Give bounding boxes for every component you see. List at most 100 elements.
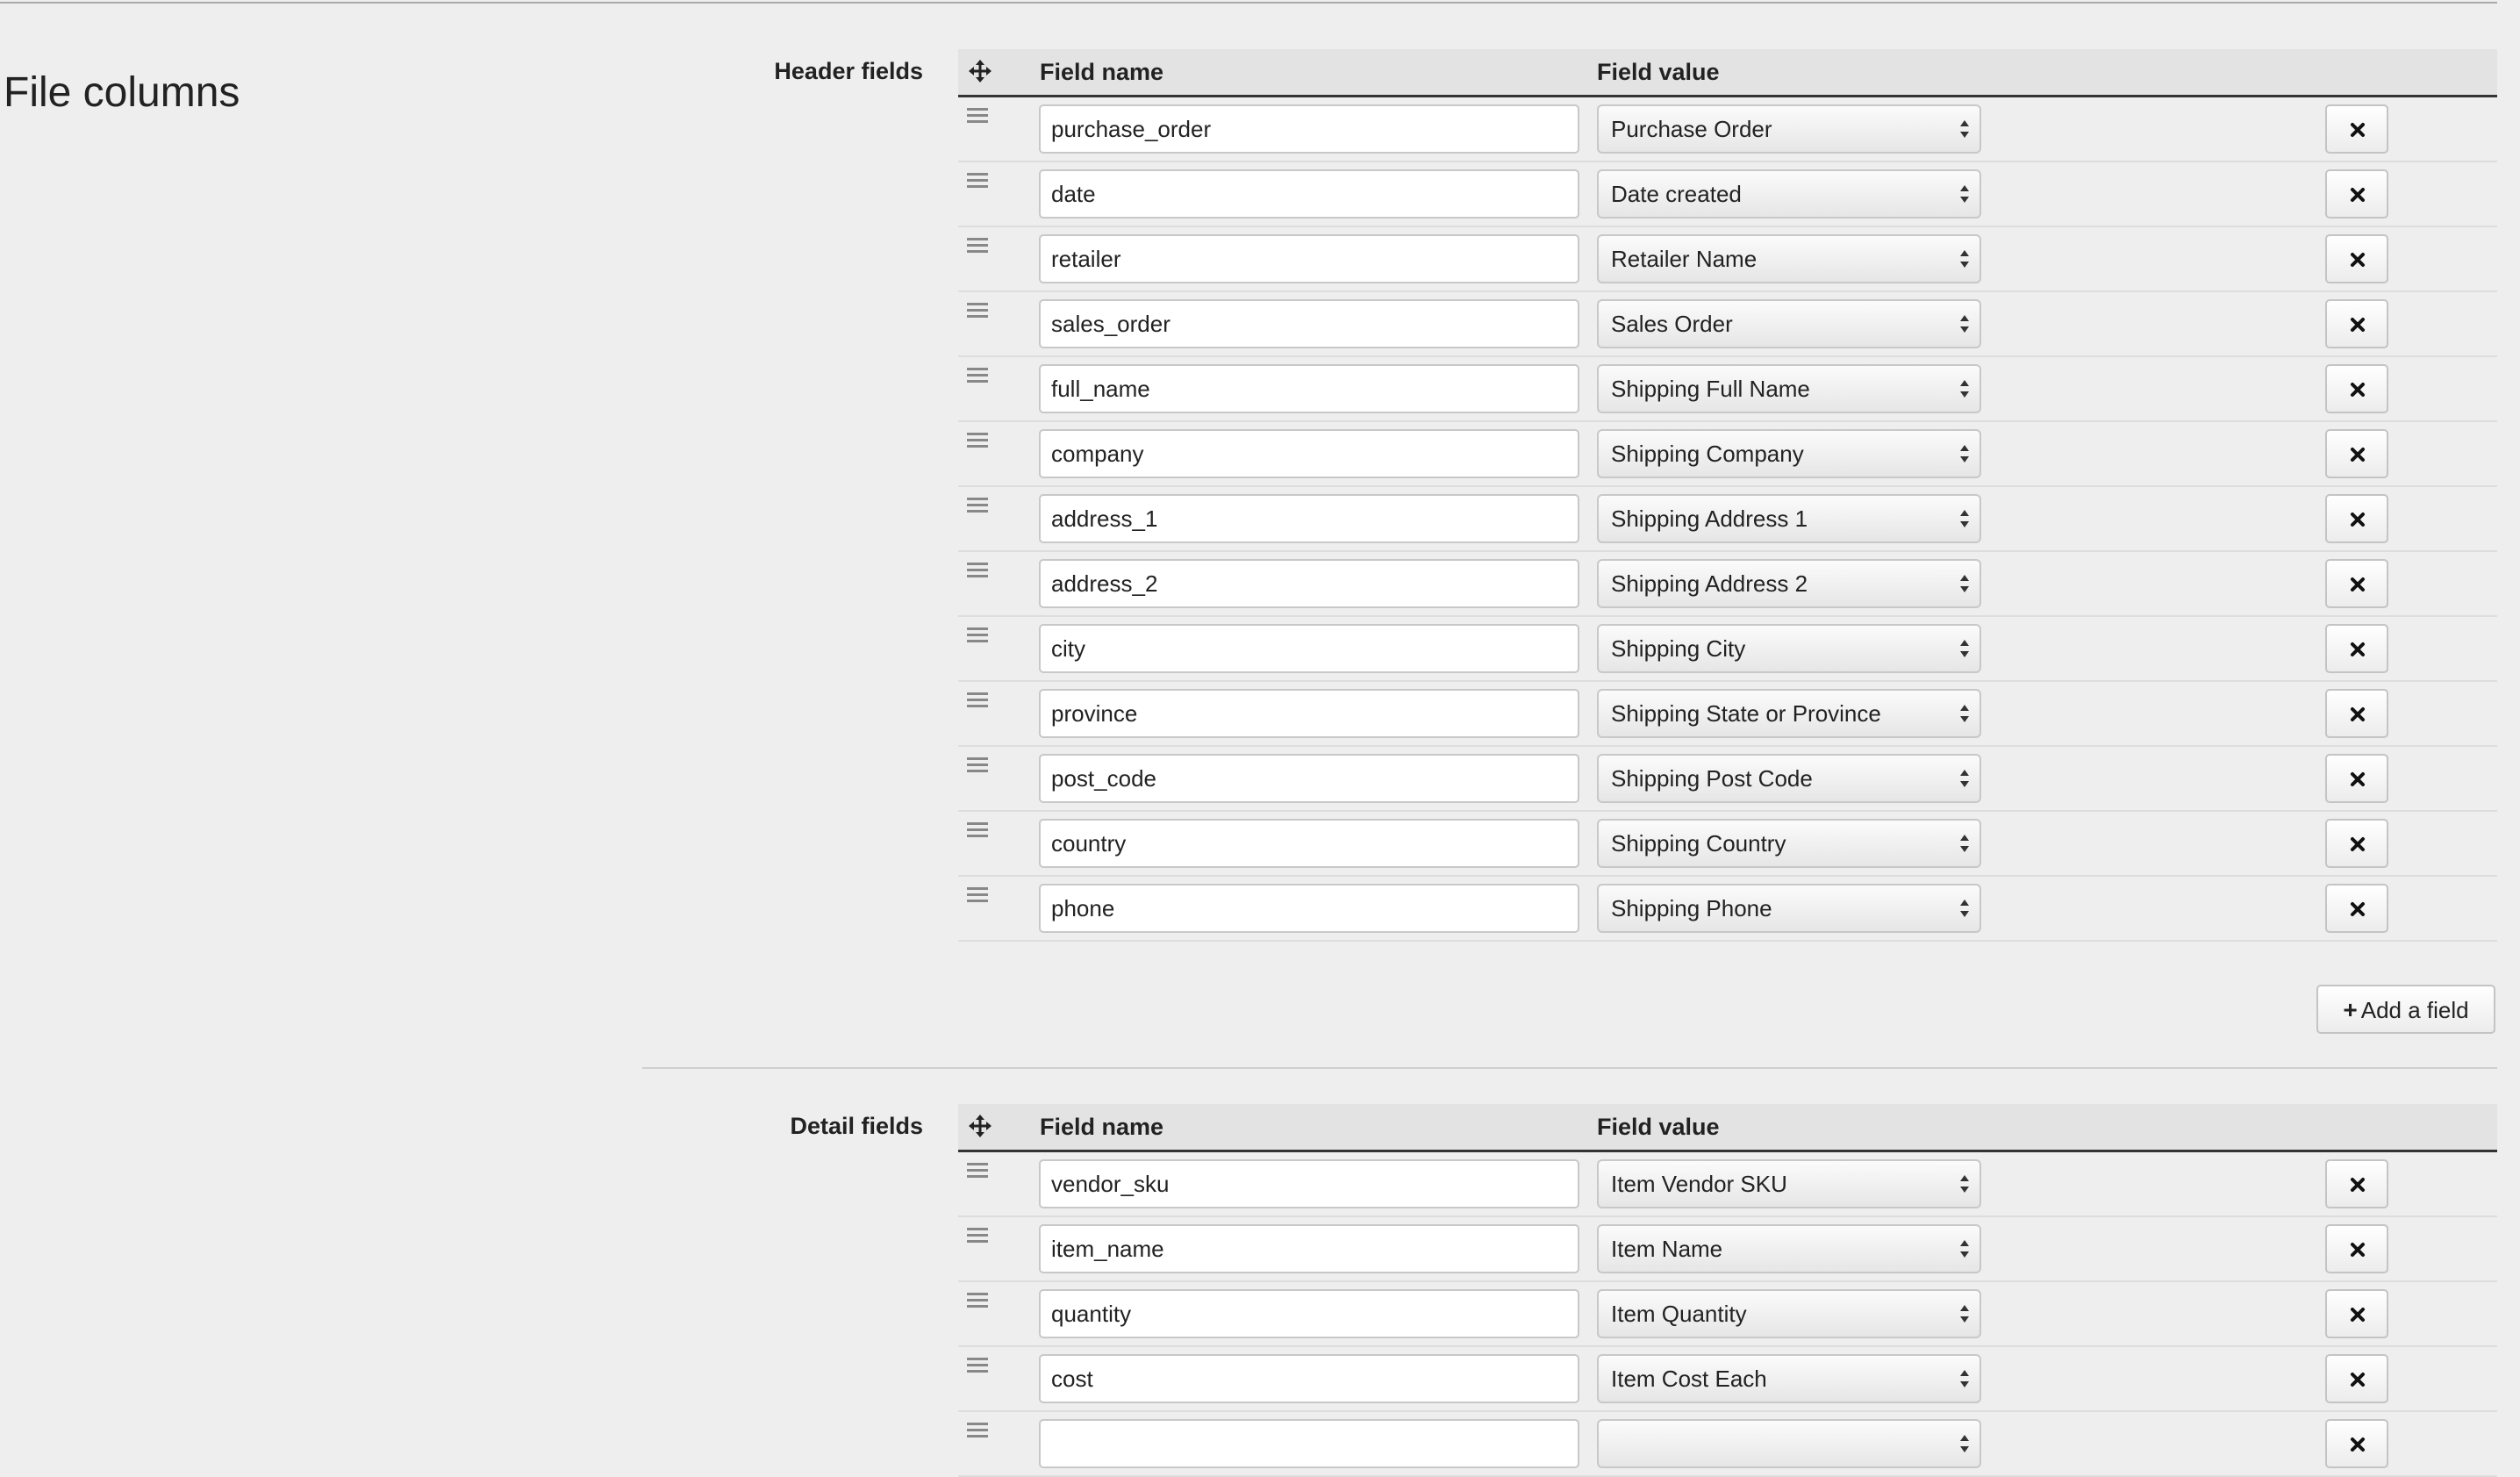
table-row: Shipping Phone bbox=[958, 877, 2497, 942]
field-value-text: Retailer Name bbox=[1611, 246, 1758, 272]
top-divider bbox=[0, 2, 2497, 4]
close-icon bbox=[2351, 253, 2365, 267]
remove-field-button[interactable] bbox=[2325, 104, 2388, 154]
field-value-select[interactable]: Item Vendor SKU bbox=[1597, 1159, 1981, 1208]
field-value-select[interactable] bbox=[1597, 1419, 1981, 1468]
drag-handle-icon[interactable] bbox=[967, 563, 988, 582]
field-value-select[interactable]: Item Name bbox=[1597, 1224, 1981, 1273]
select-arrows-icon bbox=[1960, 1240, 1969, 1258]
field-name-input[interactable] bbox=[1039, 429, 1579, 478]
field-name-input[interactable] bbox=[1039, 104, 1579, 154]
column-header-field-value: Field value bbox=[1597, 59, 1720, 85]
field-name-input[interactable] bbox=[1039, 1159, 1579, 1208]
field-name-input[interactable] bbox=[1039, 754, 1579, 803]
field-name-input[interactable] bbox=[1039, 494, 1579, 543]
table-row: Shipping Address 1 bbox=[958, 487, 2497, 552]
field-value-text: Item Name bbox=[1611, 1236, 1723, 1262]
drag-handle-icon[interactable] bbox=[967, 627, 988, 647]
field-name-input[interactable] bbox=[1039, 1419, 1579, 1468]
drag-handle-icon[interactable] bbox=[967, 1163, 988, 1182]
remove-field-button[interactable] bbox=[2325, 299, 2388, 348]
remove-field-button[interactable] bbox=[2325, 1224, 2388, 1273]
field-name-input[interactable] bbox=[1039, 559, 1579, 608]
field-name-input[interactable] bbox=[1039, 1289, 1579, 1338]
field-value-select[interactable]: Shipping Address 1 bbox=[1597, 494, 1981, 543]
drag-handle-icon[interactable] bbox=[967, 433, 988, 452]
field-value-select[interactable]: Shipping City bbox=[1597, 624, 1981, 673]
select-arrows-icon bbox=[1960, 900, 1969, 917]
remove-field-button[interactable] bbox=[2325, 559, 2388, 608]
field-value-select[interactable]: Retailer Name bbox=[1597, 234, 1981, 283]
select-arrows-icon bbox=[1960, 445, 1969, 462]
field-value-select[interactable]: Shipping Company bbox=[1597, 429, 1981, 478]
table-row: Item Quantity bbox=[958, 1282, 2497, 1347]
field-value-select[interactable]: Shipping Post Code bbox=[1597, 754, 1981, 803]
detail-fields-label: Detail fields bbox=[790, 1113, 923, 1139]
field-value-text: Shipping Country bbox=[1611, 830, 1786, 857]
field-value-select[interactable]: Shipping State or Province bbox=[1597, 689, 1981, 738]
remove-field-button[interactable] bbox=[2325, 494, 2388, 543]
select-arrows-icon bbox=[1960, 380, 1969, 398]
field-name-input[interactable] bbox=[1039, 1354, 1579, 1403]
field-value-text: Item Quantity bbox=[1611, 1301, 1747, 1327]
drag-handle-icon[interactable] bbox=[967, 108, 988, 127]
field-name-input[interactable] bbox=[1039, 884, 1579, 933]
remove-field-button[interactable] bbox=[2325, 1419, 2388, 1468]
field-name-input[interactable] bbox=[1039, 169, 1579, 219]
remove-field-button[interactable] bbox=[2325, 169, 2388, 219]
field-value-select[interactable]: Item Quantity bbox=[1597, 1289, 1981, 1338]
field-value-select[interactable]: Purchase Order bbox=[1597, 104, 1981, 154]
drag-handle-icon[interactable] bbox=[967, 238, 988, 257]
field-name-input[interactable] bbox=[1039, 819, 1579, 868]
drag-handle-icon[interactable] bbox=[967, 1358, 988, 1377]
close-icon bbox=[2351, 772, 2365, 786]
move-arrows-icon bbox=[969, 60, 992, 82]
field-value-select[interactable]: Shipping Country bbox=[1597, 819, 1981, 868]
select-arrows-icon bbox=[1960, 1435, 1969, 1452]
field-name-input[interactable] bbox=[1039, 1224, 1579, 1273]
field-name-input[interactable] bbox=[1039, 689, 1579, 738]
field-name-input[interactable] bbox=[1039, 364, 1579, 413]
drag-handle-icon[interactable] bbox=[967, 173, 988, 192]
remove-field-button[interactable] bbox=[2325, 689, 2388, 738]
remove-field-button[interactable] bbox=[2325, 624, 2388, 673]
drag-handle-icon[interactable] bbox=[967, 887, 988, 907]
field-value-text: Shipping Company bbox=[1611, 441, 1804, 467]
field-value-select[interactable]: Shipping Phone bbox=[1597, 884, 1981, 933]
close-icon bbox=[2351, 1243, 2365, 1257]
field-value-select[interactable]: Shipping Full Name bbox=[1597, 364, 1981, 413]
remove-field-button[interactable] bbox=[2325, 754, 2388, 803]
table-row: Shipping Company bbox=[958, 422, 2497, 487]
field-value-select[interactable]: Item Cost Each bbox=[1597, 1354, 1981, 1403]
field-name-input[interactable] bbox=[1039, 299, 1579, 348]
table-row bbox=[958, 1412, 2497, 1477]
field-value-select[interactable]: Sales Order bbox=[1597, 299, 1981, 348]
remove-field-button[interactable] bbox=[2325, 1159, 2388, 1208]
field-value-text: Shipping Address 2 bbox=[1611, 570, 1808, 597]
remove-field-button[interactable] bbox=[2325, 819, 2388, 868]
field-name-input[interactable] bbox=[1039, 234, 1579, 283]
drag-handle-icon[interactable] bbox=[967, 692, 988, 712]
field-value-select[interactable]: Shipping Address 2 bbox=[1597, 559, 1981, 608]
drag-handle-icon[interactable] bbox=[967, 822, 988, 842]
field-name-input[interactable] bbox=[1039, 624, 1579, 673]
remove-field-button[interactable] bbox=[2325, 1289, 2388, 1338]
remove-field-button[interactable] bbox=[2325, 884, 2388, 933]
close-icon bbox=[2351, 1178, 2365, 1192]
drag-handle-icon[interactable] bbox=[967, 1293, 988, 1312]
field-value-select[interactable]: Date created bbox=[1597, 169, 1981, 219]
drag-handle-icon[interactable] bbox=[967, 1228, 988, 1247]
remove-field-button[interactable] bbox=[2325, 234, 2388, 283]
drag-handle-icon[interactable] bbox=[967, 1423, 988, 1442]
header-fields-label: Header fields bbox=[774, 58, 923, 84]
add-field-button[interactable]: + Add a field bbox=[2316, 985, 2495, 1034]
drag-handle-icon[interactable] bbox=[967, 757, 988, 777]
drag-handle-icon[interactable] bbox=[967, 303, 988, 322]
drag-handle-icon[interactable] bbox=[967, 368, 988, 387]
remove-field-button[interactable] bbox=[2325, 429, 2388, 478]
close-icon bbox=[2351, 1438, 2365, 1452]
remove-field-button[interactable] bbox=[2325, 364, 2388, 413]
close-icon bbox=[2351, 642, 2365, 656]
remove-field-button[interactable] bbox=[2325, 1354, 2388, 1403]
drag-handle-icon[interactable] bbox=[967, 498, 988, 517]
